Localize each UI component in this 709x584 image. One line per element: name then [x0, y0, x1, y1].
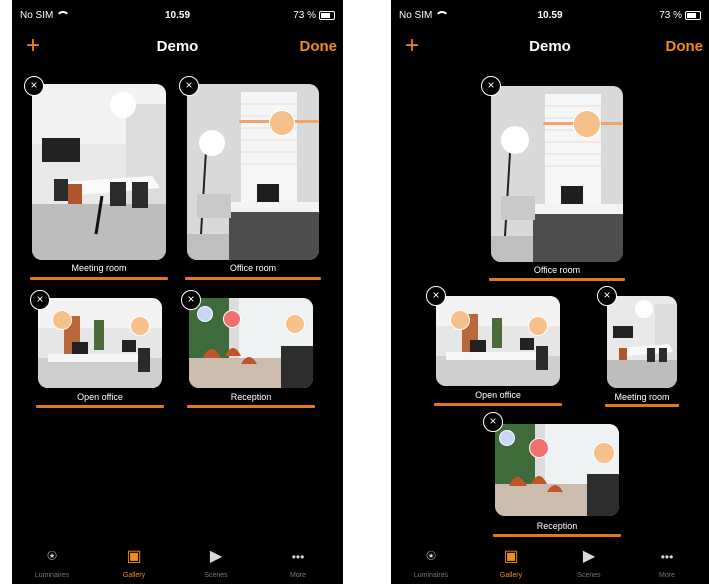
remove-room-button[interactable]: × — [481, 76, 501, 96]
room-photo — [491, 86, 623, 262]
status-bar: No SIM 10.59 73 % — [12, 0, 343, 28]
light-indicator[interactable] — [199, 130, 225, 156]
light-indicator[interactable] — [499, 430, 515, 446]
light-indicator[interactable] — [528, 316, 548, 336]
room-label: Office room — [533, 265, 581, 275]
light-indicator[interactable] — [635, 300, 653, 318]
light-indicator[interactable] — [223, 310, 241, 328]
page-title: Demo — [529, 38, 571, 55]
light-indicator[interactable] — [573, 110, 601, 138]
status-bar: No SIM 10.59 73 % — [391, 0, 709, 28]
battery-icon — [319, 10, 335, 20]
done-button[interactable]: Done — [666, 38, 704, 55]
room-card-office[interactable]: × Office room — [481, 76, 625, 282]
more-icon: ••• — [660, 550, 674, 564]
meeting-room-image — [32, 84, 166, 260]
room-label-underline — [489, 278, 625, 281]
room-photo — [32, 84, 166, 260]
tab-luminaires[interactable]: ⍟ Luminaires — [411, 548, 451, 579]
room-label-underline — [187, 405, 315, 408]
battery-label: 73 % — [293, 10, 316, 21]
lamp-icon: ⍟ — [47, 548, 57, 565]
light-indicator[interactable] — [529, 438, 549, 458]
scenes-icon: ▶ — [209, 548, 223, 565]
scenes-icon: ▶ — [582, 548, 596, 565]
remove-room-button[interactable]: × — [426, 286, 446, 306]
light-indicator[interactable] — [285, 314, 305, 334]
gallery-icon: ▣ — [503, 548, 519, 565]
room-label: Reception — [230, 392, 272, 402]
room-label: Meeting room — [71, 263, 127, 273]
nav-bar: + Demo Done — [391, 28, 709, 64]
phone-screen-layout: No SIM 10.59 73 % + Demo Done × Office r… — [391, 0, 709, 584]
remove-room-button[interactable]: × — [179, 76, 199, 96]
phone-screen-grid: No SIM 10.59 73 % + Demo Done × Meeting … — [12, 0, 343, 584]
room-label: Meeting room — [614, 392, 670, 402]
room-label: Office room — [229, 263, 277, 273]
room-card-open-office[interactable]: × Open office — [30, 290, 164, 410]
light-indicator[interactable] — [593, 442, 615, 464]
lamp-icon: ⍟ — [426, 548, 436, 565]
tab-gallery[interactable]: ▣ Gallery — [491, 548, 531, 579]
room-card-meeting[interactable]: × Meeting room — [597, 286, 679, 408]
tab-scenes[interactable]: ▶ Scenes — [196, 548, 236, 579]
room-label-underline — [30, 277, 168, 280]
room-card-meeting[interactable]: × Meeting room — [24, 76, 168, 282]
done-button[interactable]: Done — [300, 38, 338, 55]
room-card-open-office[interactable]: × Open office — [426, 286, 562, 408]
remove-room-button[interactable]: × — [24, 76, 44, 96]
remove-room-button[interactable]: × — [483, 412, 503, 432]
room-card-reception[interactable]: × Reception — [483, 412, 621, 537]
tab-more[interactable]: ••• More — [647, 548, 687, 579]
page-title: Demo — [156, 38, 199, 55]
nav-bar: + Demo Done — [12, 28, 343, 64]
room-label: Reception — [536, 521, 578, 531]
room-photo — [436, 296, 560, 386]
light-indicator[interactable] — [269, 110, 295, 136]
room-photo — [187, 84, 319, 260]
tab-luminaires[interactable]: ⍟ Luminaires — [32, 548, 72, 579]
light-indicator[interactable] — [110, 92, 136, 118]
light-indicator[interactable] — [197, 306, 213, 322]
room-label-underline — [605, 404, 679, 407]
room-label-underline — [185, 277, 321, 280]
tab-more[interactable]: ••• More — [278, 548, 318, 579]
remove-room-button[interactable]: × — [597, 286, 617, 306]
room-label-underline — [434, 403, 562, 406]
office-room-image — [491, 86, 623, 262]
room-label: Open office — [77, 392, 123, 402]
battery-label: 73 % — [659, 10, 682, 21]
room-label: Open office — [475, 390, 521, 400]
open-office-image — [436, 296, 560, 386]
tab-scenes[interactable]: ▶ Scenes — [569, 548, 609, 579]
remove-room-button[interactable]: × — [30, 290, 50, 310]
battery-icon — [685, 10, 701, 20]
more-icon: ••• — [291, 550, 305, 564]
light-indicator[interactable] — [501, 126, 529, 154]
room-card-reception[interactable]: × Reception — [181, 290, 315, 410]
light-indicator[interactable] — [130, 316, 150, 336]
tab-gallery[interactable]: ▣ Gallery — [114, 548, 154, 579]
tab-bar: ⍟ Luminaires ▣ Gallery ▶ Scenes ••• More — [12, 540, 343, 584]
office-room-image — [187, 84, 319, 260]
gallery-icon: ▣ — [126, 548, 142, 565]
light-indicator[interactable] — [52, 310, 72, 330]
light-indicator[interactable] — [450, 310, 470, 330]
room-label-underline — [36, 405, 164, 408]
remove-room-button[interactable]: × — [181, 290, 201, 310]
tab-bar: ⍟ Luminaires ▣ Gallery ▶ Scenes ••• More — [391, 540, 709, 584]
room-card-office[interactable]: × Office room — [179, 76, 321, 282]
room-label-underline — [493, 534, 621, 537]
